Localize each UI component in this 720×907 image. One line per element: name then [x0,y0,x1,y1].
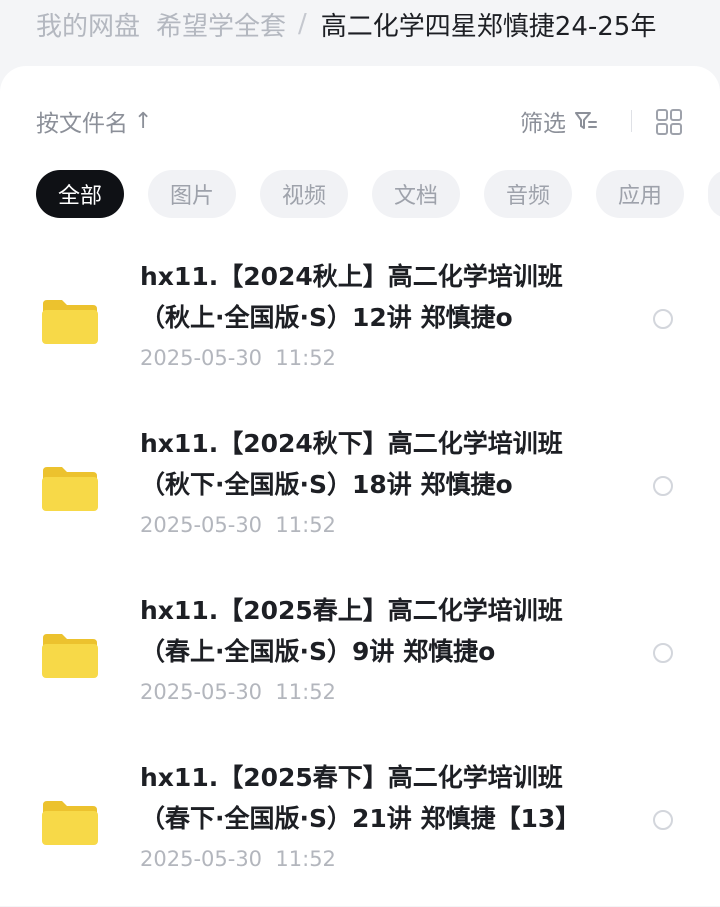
list-item[interactable]: hx11.【2025春上】高二化学培训班 （春上·全国版·S）9讲 郑慎捷o 2… [0,590,720,740]
tab-apps[interactable]: 应用 [596,170,684,218]
list-item[interactable]: hx11.【2024秋上】高二化学培训班 （秋上·全国版·S）12讲 郑慎捷o … [0,256,720,406]
breadcrumb-xiwangxue[interactable]: 希望学全套 [156,6,286,43]
breadcrumb: 我的网盘 希望学全套 / 高二化学四星郑慎捷24-25年 [0,0,720,48]
file-date: 2025-05-30 11:52 [140,847,336,871]
sort-label: 按文件名 [36,111,128,137]
breadcrumb-my-drive[interactable]: 我的网盘 [36,6,140,43]
tab-audio[interactable]: 音频 [484,170,572,218]
tab-more[interactable] [708,170,720,218]
tab-all[interactable]: 全部 [36,170,124,218]
file-date: 2025-05-30 11:52 [140,680,336,704]
grid-view-icon[interactable] [655,108,683,136]
toolbar: 按文件名 ↑ 筛选 [0,66,720,176]
folder-icon [42,801,98,845]
file-date: 2025-05-30 11:52 [140,513,336,537]
filter-label: 筛选 [520,111,566,137]
file-browser-card: 按文件名 ↑ 筛选 全部 图片 视频 文档 音频 应用 hx11.【2024秋上… [0,66,720,906]
select-radio[interactable] [653,476,673,496]
select-radio[interactable] [653,810,673,830]
file-name: hx11.【2025春上】高二化学培训班 （春上·全国版·S）9讲 郑慎捷o [140,596,563,666]
folder-icon [42,634,98,678]
file-name: hx11.【2024秋上】高二化学培训班 （秋上·全国版·S）12讲 郑慎捷o [140,262,563,332]
sort-button[interactable]: 按文件名 ↑ [36,104,152,138]
sort-arrow-up-icon: ↑ [134,108,153,134]
filter-icon [575,112,597,129]
tab-images[interactable]: 图片 [148,170,236,218]
folder-icon [42,467,98,511]
select-radio[interactable] [653,643,673,663]
list-item[interactable]: hx11.【2024秋下】高二化学培训班 （秋下·全国版·S）18讲 郑慎捷o … [0,423,720,573]
list-item[interactable]: hx11.【2025春下】高二化学培训班 （春下·全国版·S）21讲 郑慎捷【1… [0,757,720,907]
tab-documents[interactable]: 文档 [372,170,460,218]
toolbar-divider [631,110,632,132]
filter-button[interactable]: 筛选 [520,104,598,138]
folder-icon [42,300,98,344]
breadcrumb-separator: / [298,9,307,39]
select-radio[interactable] [653,309,673,329]
file-name: hx11.【2024秋下】高二化学培训班 （秋下·全国版·S）18讲 郑慎捷o [140,429,563,499]
tab-videos[interactable]: 视频 [260,170,348,218]
page-title: 高二化学四星郑慎捷24-25年 [320,11,657,42]
file-date: 2025-05-30 11:52 [140,346,336,370]
category-tabs: 全部 图片 视频 文档 音频 应用 [36,170,720,218]
file-name: hx11.【2025春下】高二化学培训班 （春下·全国版·S）21讲 郑慎捷【1… [140,763,581,833]
